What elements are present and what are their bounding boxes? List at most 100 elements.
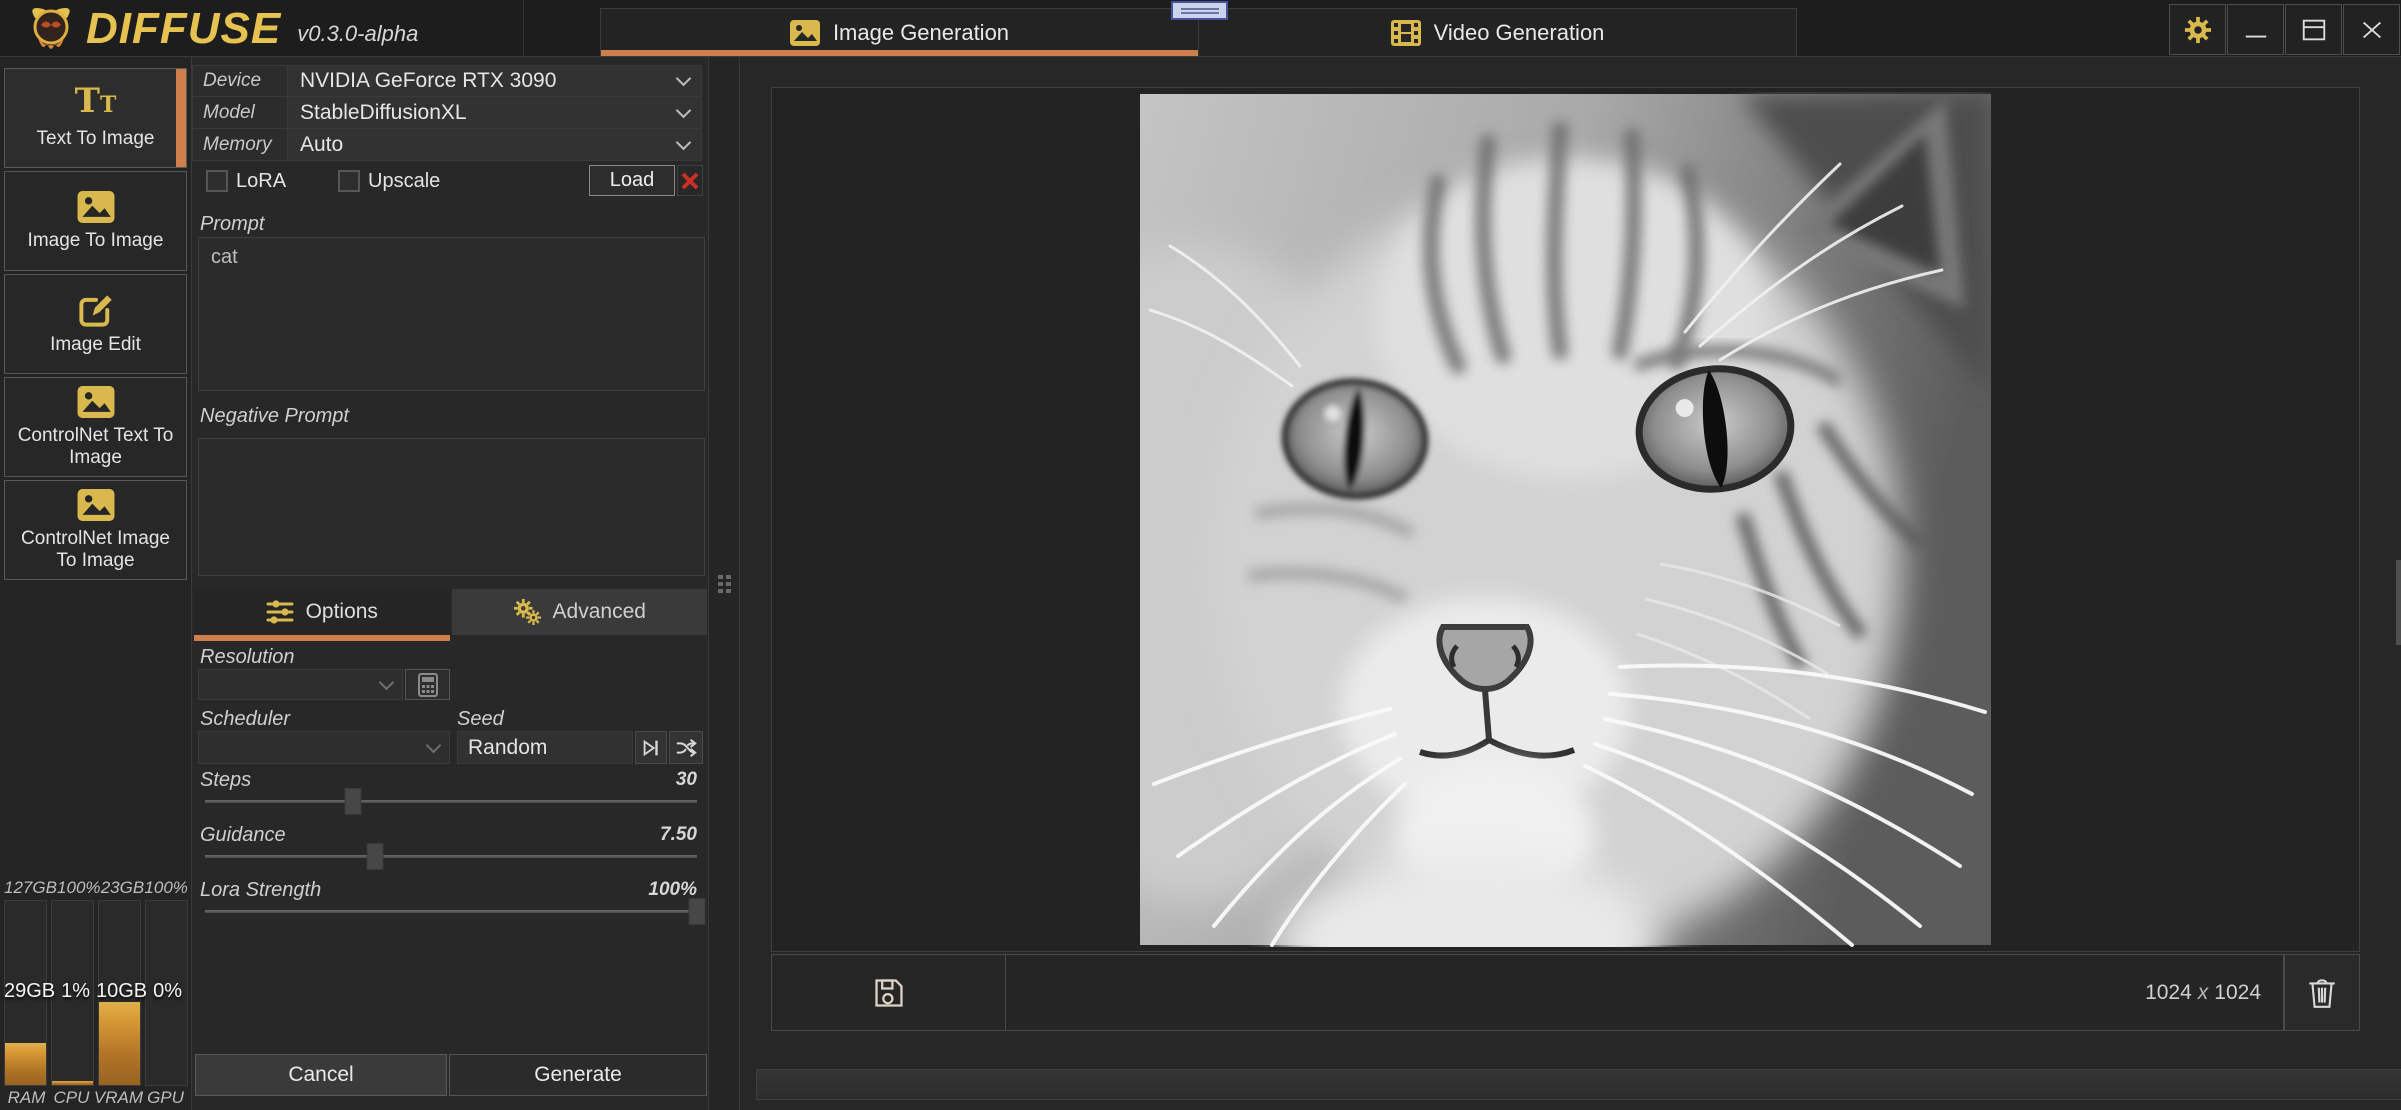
generated-image[interactable] xyxy=(1140,92,1991,947)
seed-input[interactable]: Random xyxy=(457,731,633,764)
close-icon xyxy=(2358,16,2386,44)
guidance-slider-thumb[interactable] xyxy=(366,843,383,870)
shuffle-icon xyxy=(675,737,697,759)
lora-strength-label: Lora Strength xyxy=(200,879,321,902)
seed-label: Seed xyxy=(457,708,504,731)
trash-icon xyxy=(2306,976,2338,1010)
options-tabbar: Options xyxy=(194,589,707,635)
image-icon xyxy=(77,386,115,418)
tab-label: Image Generation xyxy=(833,20,1009,46)
sidebar-item-image-to-image[interactable]: Image To Image xyxy=(4,171,187,271)
cpu-label: CPU xyxy=(49,1088,94,1108)
vram-current: 10GB xyxy=(96,980,147,1003)
gpu-max: 100% xyxy=(144,878,188,898)
delete-image-button[interactable] xyxy=(2284,954,2360,1031)
splitter-collapse-handle[interactable] xyxy=(1171,1,1228,20)
guidance-slider-track[interactable] xyxy=(205,855,697,858)
scheduler-select[interactable] xyxy=(198,731,450,764)
ram-max: 127GB xyxy=(4,878,57,898)
meter-current-values: 29GB 1% 10GB 0% xyxy=(4,980,188,1003)
tab-image-generation[interactable]: Image Generation xyxy=(601,9,1198,56)
meter-max-values: 127GB 100% 23GB 100% xyxy=(4,878,188,898)
steps-slider-thumb[interactable] xyxy=(344,788,361,815)
chevron-down-icon xyxy=(379,674,395,690)
load-button[interactable]: Load xyxy=(589,165,675,196)
maximize-button[interactable] xyxy=(2285,4,2342,55)
skip-to-end-icon xyxy=(640,737,662,759)
negative-prompt-input[interactable] xyxy=(198,438,705,576)
tab-video-generation[interactable]: Video Generation xyxy=(1198,9,1796,56)
image-height: 1024 xyxy=(2214,981,2261,1005)
upscale-checkbox[interactable] xyxy=(338,170,360,192)
lora-strength-slider-thumb[interactable] xyxy=(689,898,706,925)
gpu-current: 0% xyxy=(147,980,188,1003)
scrollbar-thumb[interactable] xyxy=(2396,560,2401,645)
sidebar-item-controlnet-image-to-image[interactable]: ControlNet Image To Image xyxy=(4,480,187,580)
model-select[interactable]: StableDiffusionXL xyxy=(288,97,701,128)
image-size-label: 1024 x 1024 xyxy=(1006,954,2284,1031)
memory-select[interactable]: Auto xyxy=(288,129,701,160)
save-image-button[interactable] xyxy=(771,954,1006,1031)
header-divider xyxy=(523,0,524,57)
cancel-button[interactable]: Cancel xyxy=(195,1054,447,1096)
generate-button[interactable]: Generate xyxy=(449,1054,707,1096)
image-icon xyxy=(77,489,115,521)
minimize-button[interactable] xyxy=(2227,4,2284,55)
chevron-down-icon xyxy=(676,134,692,150)
steps-slider-group: Steps 30 xyxy=(192,769,708,817)
meter-names: RAM CPU VRAM GPU xyxy=(4,1088,188,1108)
memory-value: Auto xyxy=(300,133,678,157)
resolution-select[interactable] xyxy=(198,669,403,700)
close-button[interactable] xyxy=(2343,4,2400,55)
app-name: DIFFUSE xyxy=(86,3,281,55)
model-label: Model xyxy=(193,97,288,128)
lora-checkbox[interactable] xyxy=(206,170,228,192)
red-x-icon xyxy=(681,172,699,190)
steps-value: 30 xyxy=(676,769,697,791)
sidebar-item-label: Image Edit xyxy=(50,334,141,356)
guidance-label: Guidance xyxy=(200,824,286,847)
reuse-seed-button[interactable] xyxy=(635,731,667,764)
settings-button[interactable] xyxy=(2169,4,2226,55)
cpu-max: 100% xyxy=(57,878,101,898)
load-options-row: LoRA Upscale Load xyxy=(192,165,702,197)
negative-prompt-label: Negative Prompt xyxy=(200,405,349,428)
guidance-slider-group: Guidance 7.50 xyxy=(192,824,708,872)
panel-splitter[interactable] xyxy=(708,57,740,1110)
lora-checkbox-label: LoRA xyxy=(236,170,286,193)
resolution-calculator-button[interactable] xyxy=(405,669,450,700)
viewer-toolbar: 1024 x 1024 xyxy=(771,954,2360,1031)
mascot-icon xyxy=(22,3,80,55)
prompt-label: Prompt xyxy=(200,213,264,236)
sidebar-item-controlnet-text-to-image[interactable]: ControlNet Text To Image xyxy=(4,377,187,477)
title-bar: DIFFUSE v0.3.0-alpha Image Generation xyxy=(0,0,2401,57)
lora-strength-slider-track[interactable] xyxy=(205,910,697,913)
sidebar-item-label: Image To Image xyxy=(28,230,164,252)
steps-slider-track[interactable] xyxy=(205,800,697,803)
model-value: StableDiffusionXL xyxy=(300,101,678,125)
splitter-grip xyxy=(718,575,731,593)
cpu-current: 1% xyxy=(55,980,96,1003)
tab-options[interactable]: Options xyxy=(194,589,450,635)
image-width: 1024 xyxy=(2145,981,2192,1005)
prompt-input[interactable]: cat xyxy=(198,237,705,391)
steps-label: Steps xyxy=(200,769,251,792)
sidebar-item-label: Text To Image xyxy=(37,128,155,150)
gpu-label: GPU xyxy=(143,1088,188,1108)
randomize-seed-button[interactable] xyxy=(669,731,703,764)
image-viewer-area: 1024 x 1024 xyxy=(740,57,2401,1110)
tab-label: Advanced xyxy=(553,600,646,624)
film-icon xyxy=(1391,20,1421,46)
unload-button[interactable] xyxy=(677,165,703,196)
sidebar-item-text-to-image[interactable]: TT Text To Image xyxy=(4,68,187,168)
sidebar-item-image-edit[interactable]: Image Edit xyxy=(4,274,187,374)
tab-label: Video Generation xyxy=(1434,20,1605,46)
tab-advanced[interactable]: Advanced xyxy=(452,589,708,635)
device-select[interactable]: NVIDIA GeForce RTX 3090 xyxy=(288,66,701,96)
thumbnail-strip[interactable] xyxy=(756,1069,2401,1100)
minimize-icon xyxy=(2242,16,2270,44)
tab-label: Options xyxy=(306,600,378,624)
ram-label: RAM xyxy=(4,1088,49,1108)
chevron-down-icon xyxy=(426,737,442,753)
calculator-icon xyxy=(418,673,438,697)
